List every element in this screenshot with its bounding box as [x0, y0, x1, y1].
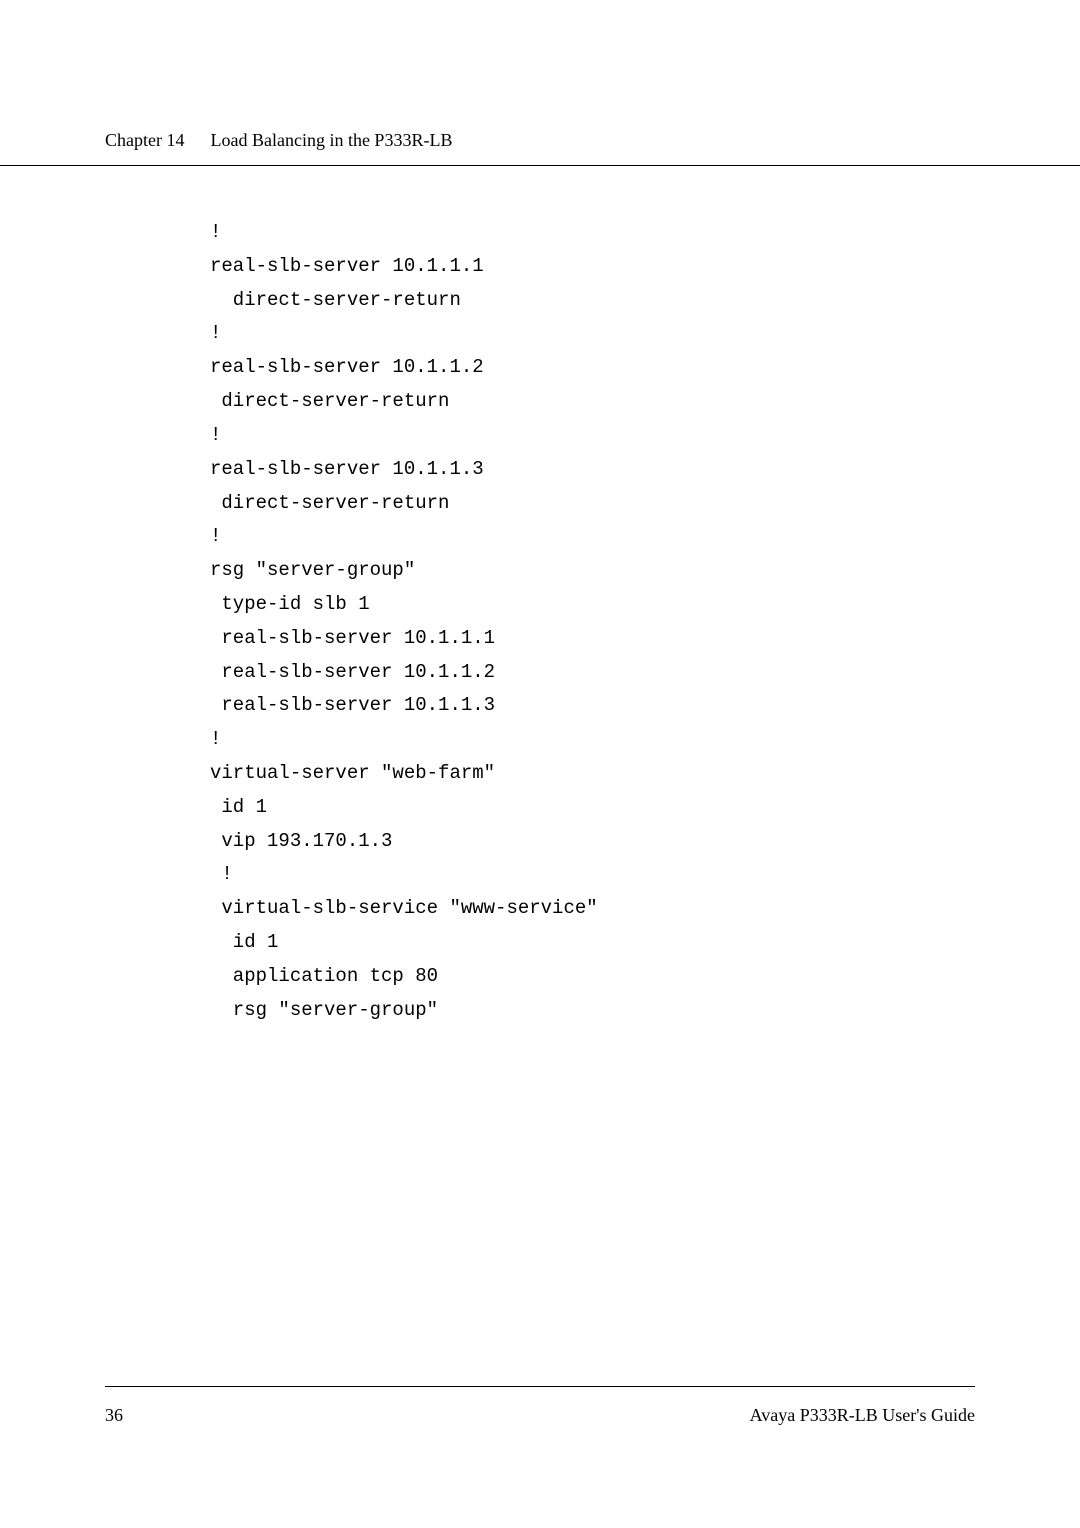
code-line: real-slb-server 10.1.1.3 [210, 689, 1080, 723]
page-container: Chapter 14 Load Balancing in the P333R-L… [0, 0, 1080, 1028]
page-header: Chapter 14 Load Balancing in the P333R-L… [0, 130, 1080, 166]
code-line: ! [210, 520, 1080, 554]
page-number: 36 [105, 1405, 123, 1426]
code-line: id 1 [210, 926, 1080, 960]
code-line: vip 193.170.1.3 [210, 825, 1080, 859]
code-line: rsg "server-group" [210, 554, 1080, 588]
code-line: application tcp 80 [210, 960, 1080, 994]
chapter-title-separator [188, 130, 206, 150]
code-line: ! [210, 216, 1080, 250]
code-line: type-id slb 1 [210, 588, 1080, 622]
code-line: virtual-slb-service "www-service" [210, 892, 1080, 926]
code-line: id 1 [210, 791, 1080, 825]
code-line: direct-server-return [210, 385, 1080, 419]
code-line: real-slb-server 10.1.1.1 [210, 622, 1080, 656]
code-line: virtual-server "web-farm" [210, 757, 1080, 791]
code-line: ! [210, 317, 1080, 351]
code-line: ! [210, 419, 1080, 453]
doc-title: Avaya P333R-LB User's Guide [750, 1405, 975, 1426]
code-line: direct-server-return [210, 284, 1080, 318]
code-block: ! real-slb-server 10.1.1.1 direct-server… [0, 216, 1080, 1028]
code-line: real-slb-server 10.1.1.2 [210, 656, 1080, 690]
code-line: real-slb-server 10.1.1.1 [210, 250, 1080, 284]
code-line: real-slb-server 10.1.1.3 [210, 453, 1080, 487]
code-line: rsg "server-group" [210, 994, 1080, 1028]
chapter-title: Load Balancing in the P333R-LB [210, 130, 452, 150]
code-line: ! [210, 858, 1080, 892]
code-line: ! [210, 723, 1080, 757]
code-line: direct-server-return [210, 487, 1080, 521]
code-line: real-slb-server 10.1.1.2 [210, 351, 1080, 385]
page-footer: 36 Avaya P333R-LB User's Guide [105, 1386, 975, 1426]
chapter-label: Chapter 14 [105, 130, 184, 150]
